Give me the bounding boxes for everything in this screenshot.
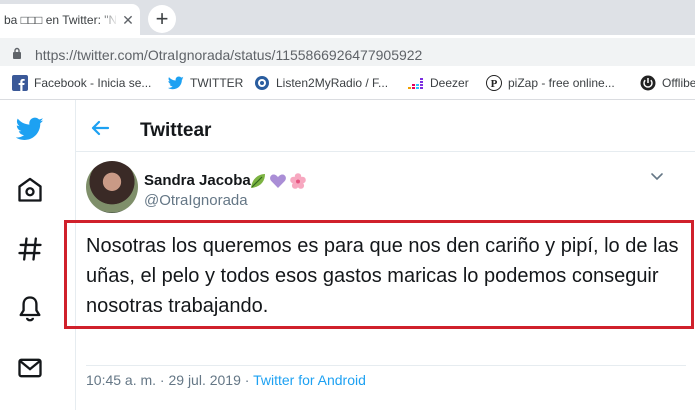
bookmark-label: Deezer xyxy=(430,76,469,90)
back-arrow-icon[interactable] xyxy=(90,118,110,138)
lock-icon xyxy=(13,47,21,59)
hashtag-icon[interactable] xyxy=(16,235,44,263)
mail-icon[interactable] xyxy=(16,354,44,382)
tweet-timestamp[interactable]: 10:45 a. m. · 29 jul. 2019 · xyxy=(86,372,253,388)
tweet-detail: Twittear Sandra Jacoba @OtraIgnorada Nos… xyxy=(64,100,695,410)
facebook-icon xyxy=(12,75,28,91)
bookmark-label: Facebook - Inicia se... xyxy=(34,76,152,90)
url-text[interactable]: https://twitter.com/OtraIgnorada/status/… xyxy=(35,47,422,63)
omnibox[interactable]: https://twitter.com/OtraIgnorada/status/… xyxy=(0,38,695,66)
leaf-emoji-icon xyxy=(251,174,265,188)
author-handle[interactable]: @OtraIgnorada xyxy=(144,192,248,209)
cherry-blossom-emoji-icon xyxy=(290,173,306,189)
page-title: Twittear xyxy=(140,120,212,141)
deezer-icon xyxy=(408,78,423,89)
bookmark-pizap[interactable]: P piZap - free online... xyxy=(486,75,615,93)
address-bar: https://twitter.com/OtraIgnorada/status/… xyxy=(0,35,695,69)
bookmark-deezer[interactable]: Deezer xyxy=(408,75,469,93)
tweet-metadata: 10:45 a. m. · 29 jul. 2019 · Twitter for… xyxy=(86,372,366,388)
bookmark-label: Listen2MyRadio / F... xyxy=(276,76,389,90)
purple-heart-emoji-icon xyxy=(270,174,286,188)
home-icon[interactable] xyxy=(16,176,44,204)
divider xyxy=(86,365,686,366)
twitter-sidebar xyxy=(0,100,60,410)
tab-strip: ba □□□ en Twitter: "N ✕ + xyxy=(0,0,695,35)
tweet-source-link[interactable]: Twitter for Android xyxy=(253,372,366,388)
bell-icon[interactable] xyxy=(16,294,44,322)
chevron-down-icon[interactable] xyxy=(650,172,664,182)
twitter-icon xyxy=(168,76,184,90)
tweet-text: Nosotras los queremos es para que nos de… xyxy=(86,235,679,317)
twitter-logo-icon[interactable] xyxy=(16,115,44,143)
close-icon[interactable]: ✕ xyxy=(120,12,136,28)
bookmark-listen2myradio[interactable]: Listen2MyRadio / F... xyxy=(254,75,388,93)
page-header: Twittear xyxy=(76,100,695,152)
avatar[interactable] xyxy=(86,161,138,213)
radio-icon xyxy=(255,76,269,90)
bookmark-facebook[interactable]: Facebook - Inicia se... xyxy=(12,75,151,93)
new-tab-button[interactable]: + xyxy=(148,5,176,33)
svg-text:P: P xyxy=(491,78,498,90)
tab-title-fade xyxy=(100,10,118,30)
power-icon xyxy=(640,75,656,91)
pizap-icon: P xyxy=(486,75,502,91)
bookmark-label: Offlibe xyxy=(662,76,695,90)
bookmark-twitter[interactable]: TWITTER xyxy=(168,75,243,93)
bookmark-label: TWITTER xyxy=(190,76,244,90)
bookmark-label: piZap - free online... xyxy=(508,76,615,90)
bookmarks-bar: Facebook - Inicia se... TWITTER Listen2M… xyxy=(0,69,695,100)
bookmark-offlibe[interactable]: Offlibe xyxy=(640,75,695,93)
author-name[interactable]: Sandra Jacoba xyxy=(144,172,251,189)
browser-tab[interactable]: ba □□□ en Twitter: "N ✕ xyxy=(0,4,140,35)
